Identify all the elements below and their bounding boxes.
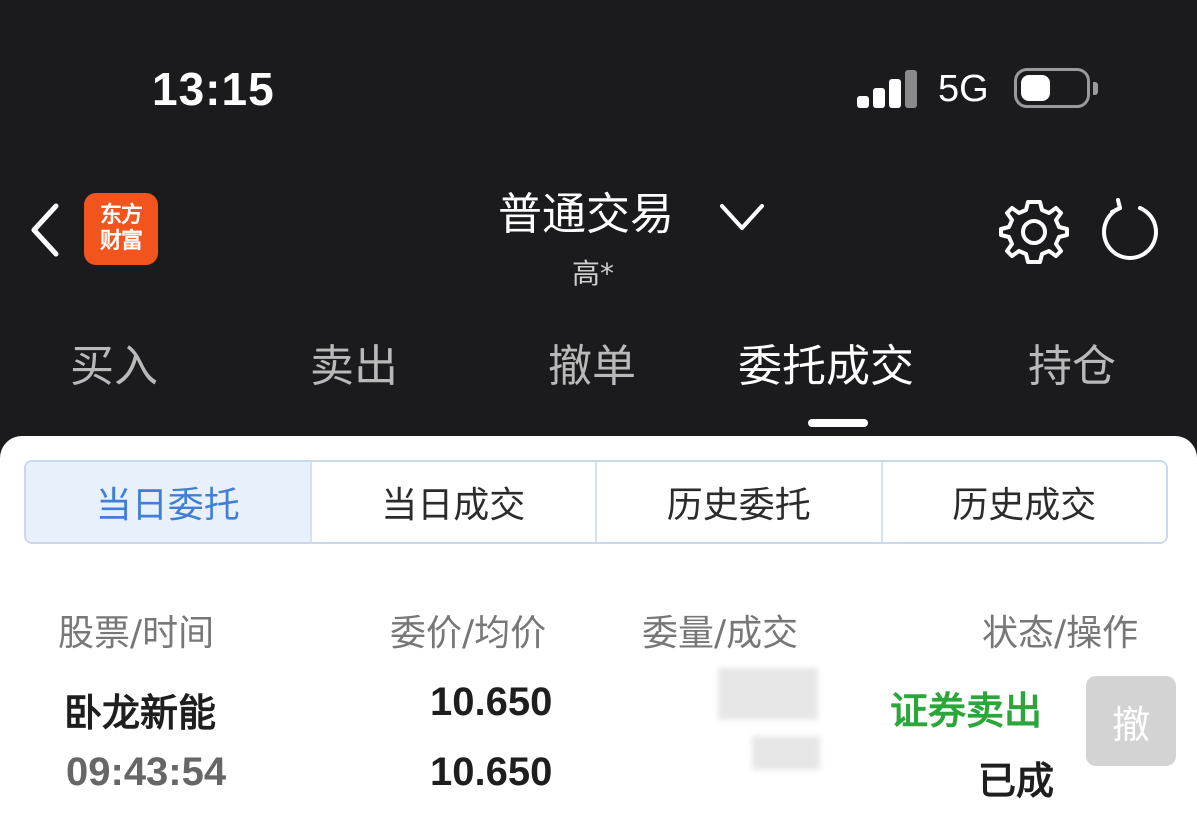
redacted-filled <box>752 736 820 770</box>
refresh-icon <box>1102 198 1158 260</box>
col-header-status: 状态/操作 <box>982 613 1139 654</box>
content-panel: 当日委托 当日成交 历史委托 历史成交 股票/时间 委价/均价 委量/成交 状态… <box>0 436 1197 823</box>
gear-icon <box>999 200 1069 264</box>
refresh-button[interactable] <box>1098 196 1162 264</box>
main-tab-bar: 买入 卖出 撤单 委托成交 持仓 <box>0 330 1197 410</box>
subtab-today-orders[interactable]: 当日委托 <box>26 462 310 542</box>
col-header-quantity: 委量/成交 <box>642 613 799 654</box>
account-name: 高* <box>572 257 615 290</box>
tab-sell[interactable]: 卖出 <box>310 330 398 394</box>
logo-text-top: 东方 <box>99 203 143 228</box>
tab-orders-trades[interactable]: 委托成交 <box>738 330 914 394</box>
col-header-price: 委价/均价 <box>390 613 547 654</box>
redacted-quantity <box>718 668 818 720</box>
subtab-today-trades[interactable]: 当日成交 <box>309 462 595 542</box>
status-time: 13:15 <box>152 63 275 115</box>
order-type: 证券卖出 <box>890 689 1043 733</box>
active-tab-indicator <box>808 419 868 427</box>
settings-button[interactable] <box>999 196 1069 266</box>
account-selector[interactable]: 普通交易 高* <box>440 178 764 298</box>
network-type: 5G <box>938 68 989 110</box>
signal-icon <box>857 70 919 108</box>
battery-level <box>1021 75 1050 101</box>
subtab-history-orders[interactable]: 历史委托 <box>595 462 881 542</box>
order-price: 10.650 <box>430 680 553 724</box>
app-logo: 东方 财富 <box>84 193 158 265</box>
back-button[interactable] <box>26 200 66 260</box>
battery-tip <box>1093 82 1098 95</box>
cancel-order-button[interactable]: 撤 <box>1086 676 1176 766</box>
tab-positions[interactable]: 持仓 <box>1028 330 1116 394</box>
logo-text-bottom: 财富 <box>99 229 143 254</box>
page-title: 普通交易 <box>498 189 674 240</box>
tab-cancel-order[interactable]: 撤单 <box>548 330 636 394</box>
stock-name: 卧龙新能 <box>64 691 217 735</box>
battery-icon <box>1014 68 1090 108</box>
order-time: 09:43:54 <box>66 750 227 794</box>
average-price: 10.650 <box>430 750 553 794</box>
tab-buy[interactable]: 买入 <box>70 330 158 394</box>
sub-tab-bar: 当日委托 当日成交 历史委托 历史成交 <box>24 460 1168 544</box>
col-header-stock-time: 股票/时间 <box>58 613 215 654</box>
order-status: 已成 <box>978 759 1055 803</box>
chevron-down-icon <box>720 204 764 230</box>
subtab-history-trades[interactable]: 历史成交 <box>880 462 1166 542</box>
chevron-left-icon <box>31 203 59 257</box>
trade-screen: 13:15 5G 东方 财富 普通交易 高* 买入 卖出 撤单 委托成交 持仓 … <box>0 0 1197 823</box>
